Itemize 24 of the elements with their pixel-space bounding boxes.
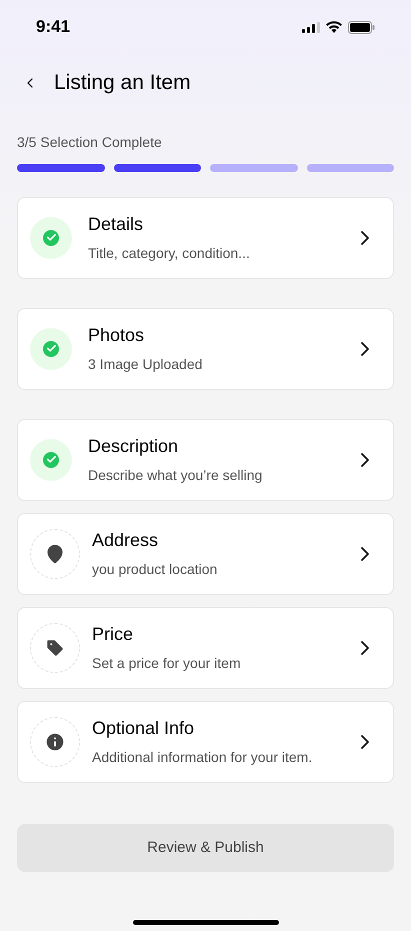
step-card[interactable]: Address you product location [17,512,394,594]
step-card[interactable]: Photos 3 Image Uploaded [17,308,394,390]
step-subtitle: 3 Image Uploaded [88,356,204,374]
step-card[interactable]: Optional Info Additional information for your item. [17,700,394,782]
step-card[interactable]: Price Set a price for your item [17,606,394,688]
signal-icon [302,22,320,32]
step-subtitle: Set a price for your item [92,654,242,672]
step-card[interactable]: Details Title, category, condition... [17,196,394,278]
step-subtitle: Additional information for your item. [92,748,314,766]
step-card[interactable]: Description Describe what you’re selling [17,418,394,500]
step-title: Description [88,434,180,457]
step-subtitle: you product location [92,560,218,578]
step-subtitle: Describe what you’re selling [88,467,264,484]
battery-icon [348,20,375,34]
step-title: Photos [88,324,146,346]
step-title: Details [88,212,144,235]
wifi-icon [326,21,342,33]
step-title: Address [92,529,160,552]
progress-label: 3/5 Selection Complete [17,132,163,152]
step-title: Optional Info [92,717,196,740]
status-time: 9:41 [36,16,70,38]
step-subtitle: Title, category, condition... [88,245,251,262]
step-title: Price [92,623,134,646]
page-title: Listing an Item [54,70,191,96]
